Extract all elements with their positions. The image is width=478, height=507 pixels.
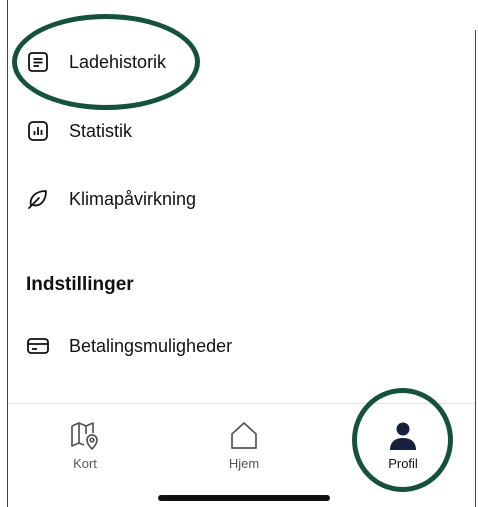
frame-left-edge	[7, 0, 8, 507]
menu-item-label: Ladehistorik	[69, 51, 167, 72]
home-icon	[228, 418, 260, 454]
bar-chart-icon	[24, 117, 52, 145]
leaf-icon	[24, 185, 52, 213]
menu-item-betalingsmuligheder[interactable]: Betalingsmuligheder	[24, 328, 232, 364]
section-title-settings: Indstillinger	[26, 274, 134, 295]
tab-profil[interactable]: Profil	[358, 418, 448, 471]
tab-kort[interactable]: Kort	[40, 418, 130, 471]
menu-item-label: Statistik	[69, 120, 133, 141]
tab-label: Profil	[388, 456, 418, 471]
tab-label: Hjem	[228, 456, 260, 471]
frame-right-edge	[475, 30, 476, 507]
credit-card-icon	[24, 332, 52, 360]
menu-item-ladehistorik[interactable]: Ladehistorik	[24, 44, 166, 80]
tabbar-divider	[8, 403, 475, 404]
tab-hjem[interactable]: Hjem	[199, 418, 289, 471]
menu-item-klimapavirkning[interactable]: Klimapåvirkning	[24, 181, 196, 217]
person-icon	[387, 418, 419, 454]
tab-label: Kort	[73, 456, 97, 471]
home-indicator[interactable]	[158, 495, 330, 501]
document-list-icon	[24, 48, 52, 76]
map-pin-icon	[68, 418, 102, 454]
menu-item-statistik[interactable]: Statistik	[24, 113, 132, 149]
menu-item-label: Klimapåvirkning	[69, 188, 197, 209]
menu-item-label: Betalingsmuligheder	[69, 335, 233, 356]
